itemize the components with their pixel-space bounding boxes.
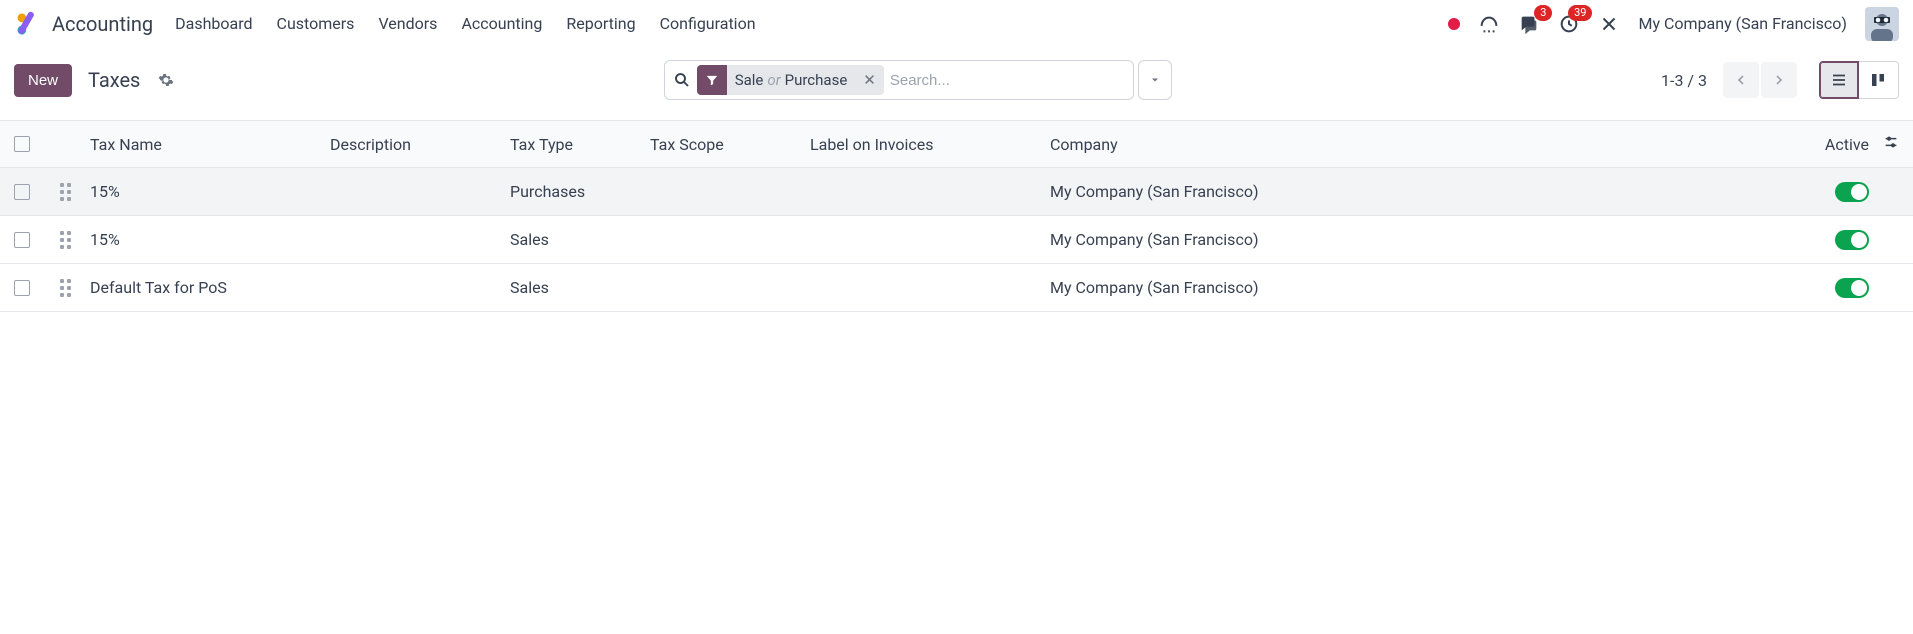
app-logo[interactable] bbox=[14, 10, 42, 38]
table-row[interactable]: 15% Purchases My Company (San Francisco) bbox=[0, 168, 1913, 216]
search-options-dropdown[interactable] bbox=[1138, 60, 1172, 100]
cell-company: My Company (San Francisco) bbox=[1050, 230, 1410, 249]
drag-handle-icon[interactable] bbox=[60, 279, 90, 297]
column-options-icon[interactable] bbox=[1869, 134, 1899, 154]
filter-icon[interactable] bbox=[697, 65, 727, 95]
gear-icon[interactable] bbox=[158, 72, 174, 88]
search-area: Sale or Purchase ✕ bbox=[664, 60, 1172, 100]
topnav-right: 3 39 My Company (San Francisco) bbox=[1448, 7, 1899, 41]
header-type[interactable]: Tax Type bbox=[510, 135, 650, 154]
header-name[interactable]: Tax Name bbox=[90, 135, 330, 154]
cell-active bbox=[1789, 182, 1869, 202]
filter-chip: Sale or Purchase ✕ bbox=[697, 65, 884, 95]
cell-type: Sales bbox=[510, 230, 650, 249]
drag-handle-icon[interactable] bbox=[60, 183, 90, 201]
cell-active bbox=[1789, 230, 1869, 250]
pager-text[interactable]: 1-3 / 3 bbox=[1661, 71, 1707, 90]
cell-name: 15% bbox=[90, 230, 330, 249]
active-toggle[interactable] bbox=[1835, 278, 1869, 298]
header-company[interactable]: Company bbox=[1050, 135, 1410, 154]
nav-links: Dashboard Customers Vendors Accounting R… bbox=[175, 14, 755, 33]
pager-area: 1-3 / 3 bbox=[1661, 61, 1899, 99]
table-row[interactable]: Default Tax for PoS Sales My Company (Sa… bbox=[0, 264, 1913, 312]
header-scope[interactable]: Tax Scope bbox=[650, 135, 810, 154]
company-selector[interactable]: My Company (San Francisco) bbox=[1638, 14, 1847, 33]
view-list-button[interactable] bbox=[1819, 61, 1859, 99]
status-indicator-icon[interactable] bbox=[1448, 18, 1460, 30]
select-all-checkbox[interactable] bbox=[14, 136, 30, 152]
cell-active bbox=[1789, 278, 1869, 298]
header-description[interactable]: Description bbox=[330, 135, 510, 154]
filter-text: Sale or Purchase bbox=[727, 71, 856, 89]
table-header: Tax Name Description Tax Type Tax Scope … bbox=[0, 120, 1913, 168]
breadcrumb: Taxes bbox=[88, 68, 140, 92]
filter-term-b: Purchase bbox=[785, 71, 848, 89]
cell-name: Default Tax for PoS bbox=[90, 278, 330, 297]
view-kanban-button[interactable] bbox=[1859, 61, 1899, 99]
cell-company: My Company (San Francisco) bbox=[1050, 182, 1410, 201]
row-checkbox[interactable] bbox=[14, 232, 30, 248]
row-checkbox[interactable] bbox=[14, 184, 30, 200]
activities-icon[interactable]: 39 bbox=[1558, 13, 1580, 35]
table: Tax Name Description Tax Type Tax Scope … bbox=[0, 120, 1913, 312]
row-checkbox[interactable] bbox=[14, 280, 30, 296]
nav-vendors[interactable]: Vendors bbox=[378, 14, 437, 33]
table-row[interactable]: 15% Sales My Company (San Francisco) bbox=[0, 216, 1913, 264]
active-toggle[interactable] bbox=[1835, 230, 1869, 250]
messages-icon[interactable]: 3 bbox=[1518, 13, 1540, 35]
header-active[interactable]: Active bbox=[1789, 135, 1869, 154]
nav-customers[interactable]: Customers bbox=[277, 14, 355, 33]
support-icon[interactable] bbox=[1478, 13, 1500, 35]
pager-prev-button[interactable] bbox=[1723, 62, 1759, 98]
messages-badge: 3 bbox=[1534, 5, 1552, 21]
pager-buttons bbox=[1721, 62, 1797, 98]
control-panel: New Taxes Sale or Purchase ✕ bbox=[0, 48, 1913, 120]
filter-term-a: Sale bbox=[735, 71, 764, 89]
user-avatar[interactable] bbox=[1865, 7, 1899, 41]
nav-accounting[interactable]: Accounting bbox=[461, 14, 542, 33]
filter-or: or bbox=[767, 71, 780, 89]
search-box[interactable]: Sale or Purchase ✕ bbox=[664, 60, 1134, 100]
nav-dashboard[interactable]: Dashboard bbox=[175, 14, 252, 33]
new-button[interactable]: New bbox=[14, 64, 72, 97]
cell-company: My Company (San Francisco) bbox=[1050, 278, 1410, 297]
activities-badge: 39 bbox=[1568, 5, 1592, 21]
active-toggle[interactable] bbox=[1835, 182, 1869, 202]
nav-reporting[interactable]: Reporting bbox=[566, 14, 635, 33]
pager-next-button[interactable] bbox=[1761, 62, 1797, 98]
cell-type: Sales bbox=[510, 278, 650, 297]
search-icon bbox=[673, 71, 691, 89]
nav-configuration[interactable]: Configuration bbox=[660, 14, 756, 33]
app-title[interactable]: Accounting bbox=[52, 12, 153, 36]
top-nav: Accounting Dashboard Customers Vendors A… bbox=[0, 0, 1913, 48]
filter-remove-icon[interactable]: ✕ bbox=[855, 71, 884, 89]
tools-icon[interactable] bbox=[1598, 13, 1620, 35]
cell-type: Purchases bbox=[510, 182, 650, 201]
header-label[interactable]: Label on Invoices bbox=[810, 135, 1050, 154]
cell-name: 15% bbox=[90, 182, 330, 201]
view-switcher bbox=[1819, 61, 1899, 99]
drag-handle-icon[interactable] bbox=[60, 231, 90, 249]
search-input[interactable] bbox=[890, 72, 1125, 89]
